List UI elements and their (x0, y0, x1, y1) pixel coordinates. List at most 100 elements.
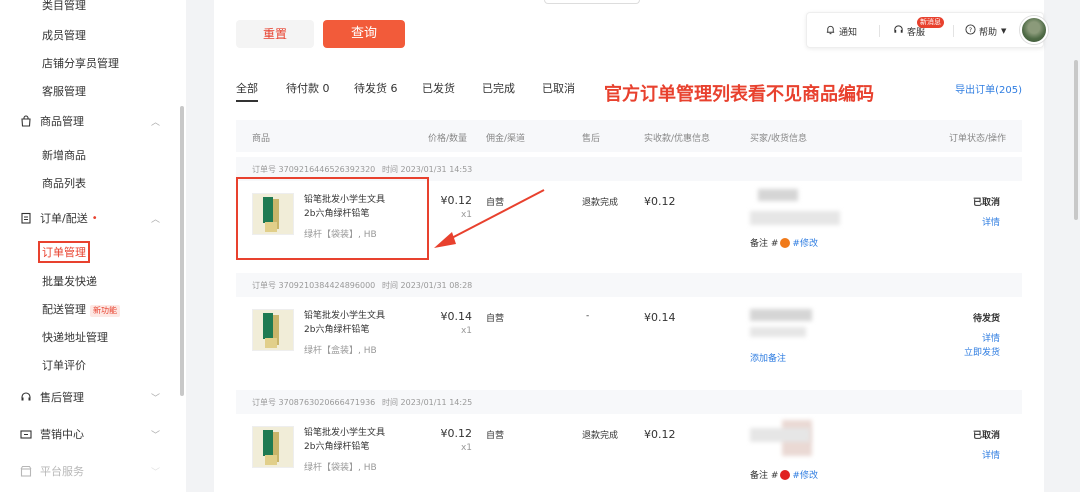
query-button[interactable]: 查询 (323, 20, 405, 48)
sidebar-item-batch-ship[interactable]: 批量发快递 (42, 273, 97, 289)
order-row[interactable]: 铅笔批发小学生文具2b六角绿杆铅笔 绿杆【盒装】, HB ¥0.14 x1 自营… (236, 297, 1022, 377)
order-status: 待发货 (972, 314, 1000, 324)
detail-link[interactable]: 详情 (982, 331, 1000, 344)
sidebar-group-label: 售后管理 (40, 391, 84, 404)
caret-down-icon: ▼ (1001, 27, 1007, 35)
tab-cancelled[interactable]: 已取消 (542, 80, 575, 96)
sidebar-group-label: 订单/配送 (40, 212, 88, 225)
order-header: 订单号 3709210384424896000 时间 2023/01/31 08… (236, 273, 1022, 297)
sidebar-item-members[interactable]: 成员管理 (42, 27, 86, 43)
order-time: 时间 2023/01/31 08:28 (382, 281, 473, 290)
sidebar-group-platform[interactable]: 平台服务 ﹀ (20, 461, 160, 481)
active-tab-indicator (236, 100, 258, 102)
sidebar-item-label: 配送管理 (42, 303, 86, 316)
paid-amount: ¥0.14 (644, 311, 676, 324)
column-header: 佣金/渠道 (486, 134, 526, 144)
unread-dot: • (91, 212, 98, 224)
edit-note-link[interactable]: #修改 (792, 236, 818, 249)
chevron-up-icon: ︿ (150, 214, 160, 225)
new-message-badge: 新消息 (917, 17, 944, 28)
order-status: 已取消 (972, 198, 1000, 208)
sidebar-item-delivery[interactable]: 配送管理 新功能 (42, 301, 120, 317)
filter-field-edge (544, 0, 640, 4)
sidebar-scrollbar[interactable] (180, 106, 184, 396)
blurred-buyer (758, 189, 798, 201)
product-name[interactable]: 铅笔批发小学生文具2b六角绿杆铅笔 (304, 309, 394, 337)
sidebar-group-label: 平台服务 (40, 465, 84, 478)
edit-note-link[interactable]: #修改 (792, 468, 818, 481)
tab-pending-payment[interactable]: 待付款 0 (286, 80, 330, 96)
order-number: 订单号 3709210384424896000 (252, 281, 376, 290)
sidebar-group-marketing[interactable]: 营销中心 ﹀ (20, 424, 160, 444)
divider (953, 25, 954, 37)
detail-link[interactable]: 详情 (982, 215, 1000, 228)
new-feature-badge: 新功能 (90, 305, 120, 317)
order-note: 备注 # #修改 (750, 236, 818, 249)
help-menu[interactable]: ? 帮助 ▼ (965, 24, 1006, 38)
order-number: 订单号 3708763020666471936 (252, 398, 376, 407)
blurred-buyer (750, 309, 812, 321)
sidebar-item-address[interactable]: 快递地址管理 (42, 329, 108, 345)
divider (879, 25, 880, 37)
note-label: 备注 # (750, 239, 779, 249)
product-thumbnail[interactable] (252, 309, 294, 351)
paid-amount: ¥0.12 (644, 195, 676, 208)
flag-icon[interactable] (780, 237, 791, 248)
channel: 自营 (486, 314, 505, 324)
sidebar-item-category[interactable]: 类目管理 (42, 0, 86, 13)
tab-pending-shipment[interactable]: 待发货 6 (354, 80, 398, 96)
flag-icon[interactable] (780, 469, 791, 480)
sidebar-group-label: 商品管理 (40, 115, 84, 128)
paid-amount: ¥0.12 (644, 428, 676, 441)
reset-button[interactable]: 重置 (236, 20, 314, 48)
help-icon: ? (965, 24, 976, 38)
aftersale-status: 退款完成 (582, 431, 619, 441)
column-header: 实收款/优惠信息 (644, 134, 711, 144)
sidebar-item-cs[interactable]: 客服管理 (42, 83, 86, 99)
tab-completed[interactable]: 已完成 (482, 80, 515, 96)
help-label: 帮助 (979, 27, 998, 38)
page-scrollbar[interactable] (1074, 60, 1078, 220)
sidebar-group-aftersale[interactable]: 售后管理 ﹀ (20, 387, 160, 407)
avatar[interactable] (1020, 16, 1048, 44)
detail-link[interactable]: 详情 (982, 448, 1000, 461)
column-header: 买家/收货信息 (750, 134, 808, 144)
sidebar-group-products[interactable]: 商品管理 ︿ (20, 111, 160, 131)
sidebar-item-product-list[interactable]: 商品列表 (42, 175, 86, 191)
order-row[interactable]: 铅笔批发小学生文具2b六角绿杆铅笔 绿杆【袋装】, HB ¥0.12 x1 自营… (236, 414, 1022, 492)
aftersale-status: 退款完成 (582, 198, 619, 208)
notify-button[interactable]: 通知 (825, 24, 857, 38)
chevron-down-icon: ﹀ (150, 393, 160, 404)
store-icon (20, 465, 32, 477)
sidebar-group-orders[interactable]: 订单/配送 • ︿ (20, 208, 160, 228)
ship-now-link[interactable]: 立即发货 (964, 345, 1000, 358)
tab-all[interactable]: 全部 (236, 80, 258, 96)
chevron-down-icon: ﹀ (150, 467, 160, 478)
sidebar-item-sharers[interactable]: 店铺分享员管理 (42, 55, 119, 71)
bell-icon (825, 24, 836, 38)
order-note: 备注 # #修改 (750, 468, 818, 481)
bag-icon (20, 115, 32, 127)
sidebar-item-new-product[interactable]: 新增商品 (42, 147, 86, 163)
add-note-link[interactable]: 添加备注 (750, 351, 786, 364)
blurred-address (750, 428, 810, 442)
product-thumbnail[interactable] (252, 426, 294, 468)
headset-icon (20, 391, 32, 403)
blurred-address (750, 211, 840, 225)
sidebar: 类目管理 成员管理 店铺分享员管理 客服管理 商品管理 ︿ 新增商品 商品列表 … (0, 0, 186, 492)
blurred-address (750, 327, 806, 337)
sidebar-group-label: 营销中心 (40, 428, 84, 441)
price: ¥0.12 (440, 427, 473, 440)
column-header: 售后 (582, 134, 601, 144)
product-spec: 绿杆【盒装】, HB (304, 346, 377, 356)
annotation-text: 官方订单管理列表看不见商品编码 (604, 84, 874, 105)
order-header: 订单号 3708763020666471936 时间 2023/01/11 14… (236, 390, 1022, 414)
sidebar-item-order-manage[interactable]: 订单管理 (38, 241, 90, 263)
product-name[interactable]: 铅笔批发小学生文具2b六角绿杆铅笔 (304, 426, 394, 454)
tab-shipped[interactable]: 已发货 (422, 80, 455, 96)
chevron-down-icon: ﹀ (150, 430, 160, 441)
column-header: 商品 (252, 134, 271, 144)
sidebar-item-reviews[interactable]: 订单评价 (42, 357, 86, 373)
channel: 自营 (486, 431, 505, 441)
export-orders-link[interactable]: 导出订单(205) (955, 81, 1022, 96)
